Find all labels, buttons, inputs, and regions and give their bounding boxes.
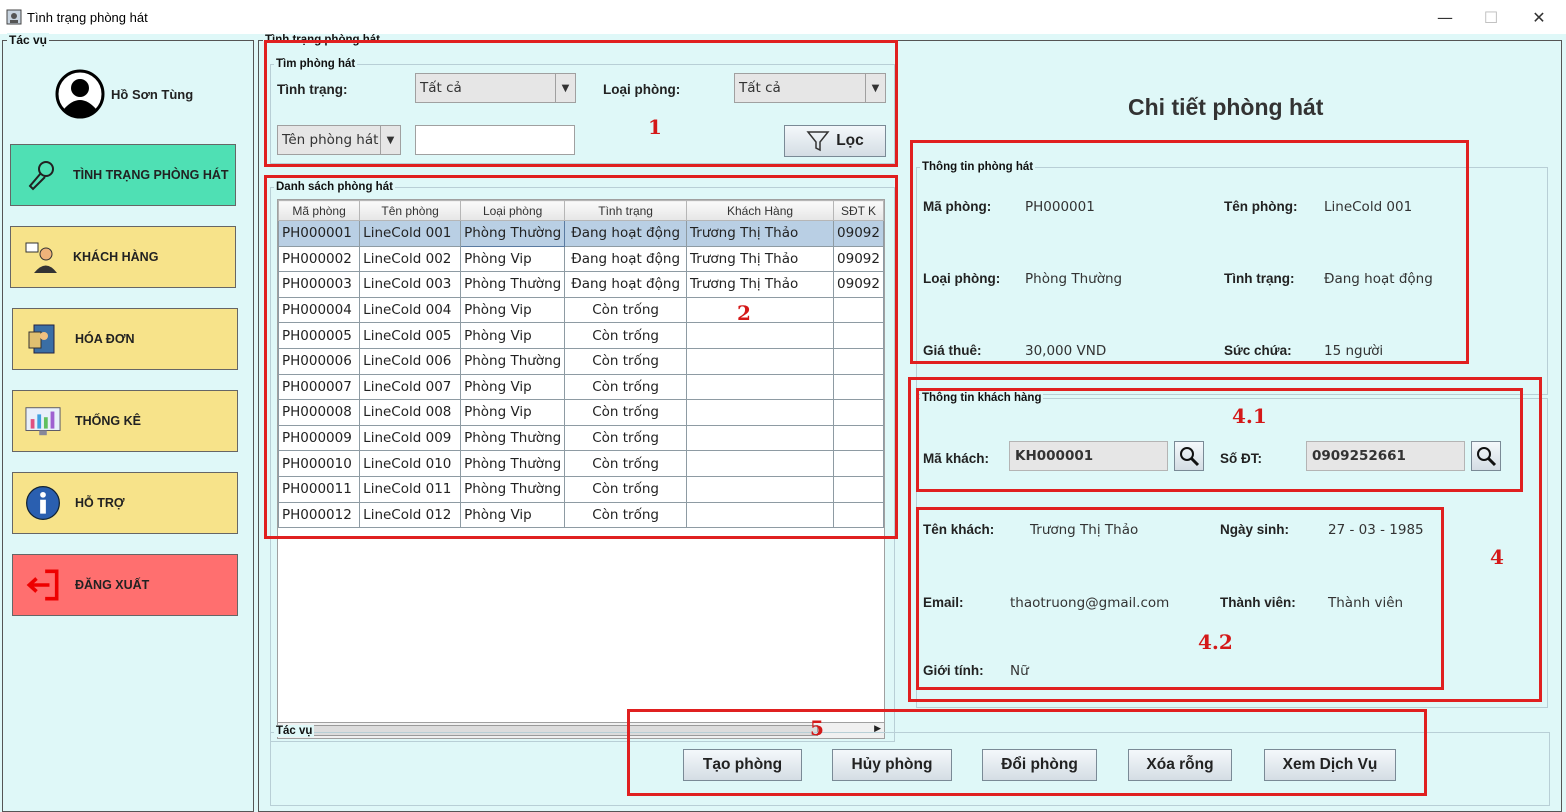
actions-group-label: Tác vụ <box>274 725 315 737</box>
maximize-button[interactable]: ☐ <box>1468 0 1514 34</box>
app-icon <box>6 9 22 25</box>
sidebar: Tác vụ Hồ Sơn Tùng TÌNH TRẠNG PHÒNG HÁT … <box>2 33 254 812</box>
customer-icon <box>23 239 59 275</box>
annotation-box-1 <box>264 40 898 167</box>
close-button[interactable]: ✕ <box>1516 0 1562 34</box>
annotation-box-4-1 <box>916 388 1523 492</box>
nav-label: HÓA ĐƠN <box>75 332 135 346</box>
nav-support-button[interactable]: HỖ TRỢ <box>12 472 238 534</box>
info-icon <box>25 485 61 521</box>
nav-invoice-button[interactable]: HÓA ĐƠN <box>12 308 238 370</box>
nav-room-status-button[interactable]: TÌNH TRẠNG PHÒNG HÁT <box>10 144 236 206</box>
main-content: Tác vụ Hồ Sơn Tùng TÌNH TRẠNG PHÒNG HÁT … <box>0 33 1566 812</box>
window-titlebar: Tình trạng phòng hát — ☐ ✕ <box>0 0 1566 34</box>
nav-statistics-button[interactable]: THỐNG KÊ <box>12 390 238 452</box>
nav-label: KHÁCH HÀNG <box>73 250 159 264</box>
user-name: Hồ Sơn Tùng <box>111 86 194 102</box>
nav-label: THỐNG KÊ <box>75 414 141 428</box>
statistics-icon <box>25 403 61 439</box>
annotation-label-1: 1 <box>648 115 662 139</box>
annotation-label-4-2: 4.2 <box>1198 630 1233 654</box>
annotation-box-4-2 <box>916 507 1444 690</box>
annotation-label-2: 2 <box>737 301 751 325</box>
logout-icon <box>25 567 61 603</box>
nav-customer-button[interactable]: KHÁCH HÀNG <box>10 226 236 288</box>
sidebar-group-label: Tác vụ <box>7 33 50 47</box>
nav-label: ĐĂNG XUẤT <box>75 578 150 592</box>
nav-logout-button[interactable]: ĐĂNG XUẤT <box>12 554 238 616</box>
annotation-box-3 <box>910 140 1469 364</box>
detail-title: Chi tiết phòng hát <box>1128 94 1324 120</box>
user-avatar-icon <box>55 69 105 119</box>
annotation-box-5 <box>627 709 1427 796</box>
nav-label: TÌNH TRẠNG PHÒNG HÁT <box>73 168 229 182</box>
annotation-box-2 <box>264 175 898 539</box>
annotation-label-5: 5 <box>810 716 824 740</box>
nav-label: HỖ TRỢ <box>75 496 125 510</box>
microphone-icon <box>23 157 59 193</box>
invoice-icon <box>25 321 61 357</box>
window-title: Tình trạng phòng hát <box>27 9 148 25</box>
annotation-label-4: 4 <box>1490 545 1504 569</box>
minimize-button[interactable]: — <box>1422 0 1468 34</box>
annotation-label-4-1: 4.1 <box>1232 404 1267 428</box>
user-info: Hồ Sơn Tùng <box>55 69 193 119</box>
